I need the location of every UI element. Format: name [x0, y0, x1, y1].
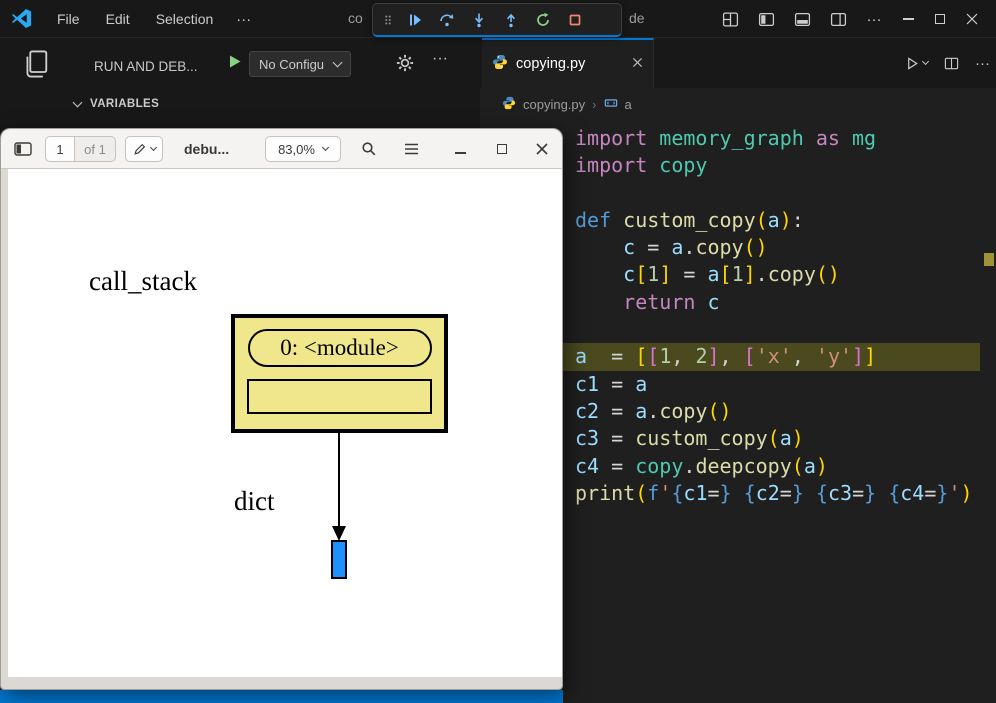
search-icon[interactable]: [353, 136, 385, 162]
breadcrumb-file[interactable]: copying.py: [523, 97, 585, 112]
menu-bar: File Edit Selection ···: [44, 0, 261, 38]
python-file-icon: [492, 54, 508, 75]
status-bar: [0, 690, 563, 703]
toggle-panel-right-icon[interactable]: [820, 0, 856, 38]
panel-overflow-icon[interactable]: ···: [432, 50, 448, 68]
editor-overflow-icon[interactable]: ···: [975, 55, 990, 72]
tab-strip: copying.py ···: [480, 38, 996, 88]
python-file-icon: [502, 96, 516, 113]
tab-label: copying.py: [516, 56, 624, 72]
edge-arrowhead-icon: [332, 526, 346, 541]
menu-file[interactable]: File: [44, 5, 93, 33]
debug-step-over-icon[interactable]: [431, 6, 463, 34]
debug-config-label: No Configu: [259, 57, 324, 72]
window-title-fragment-left: co: [348, 10, 363, 26]
minimize-button[interactable]: [892, 0, 924, 38]
viewer-content: call_stack 0: <module> dict: [1, 169, 562, 689]
menu-overflow-icon[interactable]: ···: [226, 11, 261, 28]
edge-label: dict: [234, 486, 275, 517]
zoom-value: 83,0%: [278, 142, 315, 157]
document-viewer-window: of 1 debu... 83,0% call_stack 0: [0, 128, 563, 690]
frame-title: 0: <module>: [248, 329, 432, 367]
viewer-header[interactable]: of 1 debu... 83,0%: [1, 129, 562, 169]
chevron-down-icon: [149, 144, 156, 151]
debug-config-select[interactable]: No Configu: [249, 51, 351, 77]
maximize-button[interactable]: [924, 0, 956, 38]
hamburger-menu-icon[interactable]: [395, 136, 427, 162]
close-window-button[interactable]: [956, 0, 988, 38]
viewer-maximize-button[interactable]: [489, 136, 515, 162]
variables-section-header[interactable]: VARIABLES: [74, 98, 159, 110]
vscode-logo-icon: [11, 8, 32, 34]
debug-continue-icon[interactable]: [399, 6, 431, 34]
titlebar-overflow-icon[interactable]: ···: [856, 0, 892, 38]
zoom-select[interactable]: 83,0%: [265, 136, 341, 162]
overview-ruler-mark: [984, 253, 994, 266]
edge-line: [338, 433, 340, 529]
page-total-label: of 1: [74, 136, 116, 162]
tab-close-icon[interactable]: [632, 55, 643, 73]
viewer-close-button[interactable]: [529, 136, 555, 162]
panel-title: RUN AND DEB...: [94, 59, 198, 74]
customize-layout-icon[interactable]: [712, 0, 748, 38]
start-debug-icon[interactable]: [228, 54, 242, 74]
menu-selection[interactable]: Selection: [143, 5, 227, 33]
tab-copying-py[interactable]: copying.py: [482, 38, 654, 88]
toggle-panel-bottom-icon[interactable]: [784, 0, 820, 38]
debug-stop-icon[interactable]: [559, 6, 591, 34]
symbol-variable-icon: [604, 96, 618, 113]
call-stack-label: call_stack: [89, 266, 197, 297]
viewer-window-title: debu...: [184, 129, 229, 169]
page-number-input[interactable]: [45, 136, 75, 162]
chevron-down-icon: [73, 98, 83, 108]
explorer-icon[interactable]: [20, 48, 52, 85]
debug-toolbar: [372, 3, 622, 37]
debug-step-into-icon[interactable]: [463, 6, 495, 34]
chevron-down-icon: [922, 58, 929, 65]
breadcrumb-symbol[interactable]: a: [625, 97, 632, 112]
breadcrumb-separator: ›: [592, 97, 596, 112]
frame-slot: [247, 379, 432, 414]
run-python-file-button[interactable]: [905, 56, 928, 71]
menu-edit[interactable]: Edit: [93, 5, 143, 33]
toggle-panel-left-icon[interactable]: [748, 0, 784, 38]
chevron-down-icon: [333, 58, 343, 68]
annotate-button[interactable]: [125, 136, 163, 162]
window-title-fragment-right: de: [629, 10, 645, 26]
debug-restart-icon[interactable]: [527, 6, 559, 34]
gear-icon[interactable]: [396, 54, 414, 77]
dict-node-pointer: [331, 540, 347, 579]
viewer-minimize-button[interactable]: [447, 136, 473, 162]
document-page: call_stack 0: <module> dict: [8, 169, 562, 677]
sidebar-toggle-icon[interactable]: [7, 136, 39, 162]
stack-frame-node: 0: <module>: [231, 314, 448, 433]
chevron-down-icon: [322, 144, 329, 151]
drag-grip-icon[interactable]: [377, 6, 399, 34]
split-editor-icon[interactable]: [944, 56, 959, 71]
variables-section-label: VARIABLES: [90, 98, 159, 110]
breadcrumb: copying.py › a: [480, 88, 996, 120]
debug-step-out-icon[interactable]: [495, 6, 527, 34]
